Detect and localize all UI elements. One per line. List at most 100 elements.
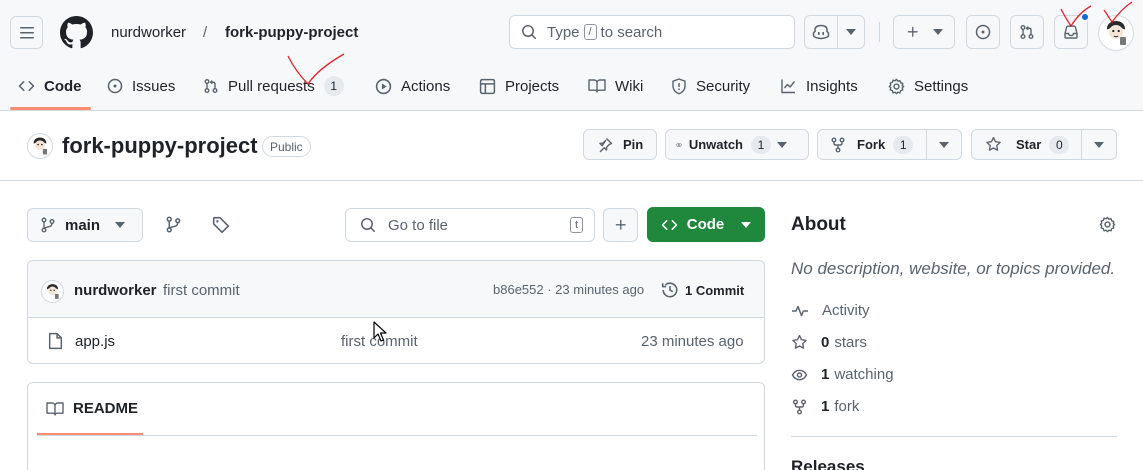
stars-count: 0 <box>821 334 830 351</box>
eye-icon <box>791 369 808 380</box>
search-shortcut-key: / <box>583 24 597 40</box>
tab-insights[interactable]: Insights <box>780 72 858 100</box>
issue-opened-icon <box>975 24 991 40</box>
fork-dropdown[interactable] <box>925 130 961 159</box>
hamburger-icon <box>19 26 34 38</box>
tab-actions[interactable]: Actions <box>375 72 450 100</box>
avatar-image <box>28 134 52 158</box>
commit-hash-time[interactable]: b86e552 · 23 minutes ago <box>493 282 644 297</box>
activity-link[interactable]: Activity <box>791 302 870 319</box>
pin-button[interactable]: Pin <box>583 129 657 160</box>
go-to-file-placeholder: Go to file <box>388 216 449 234</box>
pin-icon <box>599 137 613 152</box>
file-time: 23 minutes ago <box>641 333 744 350</box>
annotation-checkmark <box>1103 1 1133 24</box>
breadcrumb-repo[interactable]: fork-puppy-project <box>225 23 358 43</box>
tab-code[interactable]: Code <box>18 72 82 100</box>
repo-title[interactable]: fork-puppy-project <box>62 133 258 159</box>
triangle-down-icon <box>932 29 943 35</box>
hamburger-menu-button[interactable] <box>10 16 43 49</box>
branches-link[interactable] <box>165 216 182 233</box>
commit-author[interactable]: nurdworker <box>74 282 157 299</box>
tab-issues-label: Issues <box>132 77 176 95</box>
tab-settings[interactable]: Settings <box>888 72 968 100</box>
triangle-down-icon[interactable] <box>777 141 787 148</box>
code-icon <box>18 80 35 92</box>
star-dropdown[interactable] <box>1080 130 1116 159</box>
forks-label: fork <box>834 398 860 415</box>
global-search-input[interactable]: Type / to search <box>509 15 795 49</box>
repo-header-divider <box>0 180 1143 181</box>
star-button[interactable]: Star 0 <box>971 129 1117 160</box>
copilot-split-button[interactable] <box>804 15 865 49</box>
issues-button[interactable] <box>966 15 1000 49</box>
stars-counter: 0 <box>1049 135 1070 154</box>
star-icon <box>792 334 807 349</box>
search-placeholder-prefix: Type <box>547 23 580 41</box>
repo-forked-icon <box>831 137 845 152</box>
code-dropdown-button[interactable]: Code <box>647 207 765 242</box>
triangle-down-icon <box>115 222 126 228</box>
unwatch-button[interactable]: Unwatch 1 <box>665 129 809 160</box>
avatar-image <box>42 281 63 302</box>
file-name[interactable]: app.js <box>75 333 115 350</box>
go-to-file-shortcut: t <box>570 217 583 233</box>
create-new-button[interactable] <box>893 15 955 49</box>
commit-author-avatar[interactable] <box>41 280 64 303</box>
watching-link[interactable]: 1 watching <box>791 366 894 383</box>
annotation-checkmark <box>287 53 345 86</box>
table-icon <box>479 78 496 94</box>
tab-actions-label: Actions <box>401 77 451 95</box>
breadcrumb-owner[interactable]: nurdworker <box>111 23 186 43</box>
copilot-dropdown[interactable] <box>837 16 864 48</box>
plus-icon <box>615 219 626 230</box>
tab-security[interactable]: Security <box>671 72 750 100</box>
gear-icon[interactable] <box>1099 216 1116 233</box>
pull-request-icon <box>1020 25 1034 39</box>
forks-link[interactable]: 1 fork <box>791 398 859 415</box>
tags-link[interactable] <box>212 216 230 234</box>
go-to-file-input[interactable]: Go to file t <box>345 208 595 242</box>
gear-icon <box>888 78 905 94</box>
tab-projects[interactable]: Projects <box>479 72 559 100</box>
file-list: nurdworker first commit b86e552 · 23 min… <box>27 260 765 364</box>
shield-icon <box>672 77 686 94</box>
selected-tab-indicator <box>10 107 91 110</box>
repo-forked-icon <box>793 399 806 414</box>
github-logo-icon[interactable] <box>60 16 93 49</box>
annotation-checkmark <box>1060 5 1092 28</box>
pull-requests-button[interactable] <box>1010 15 1044 49</box>
commits-link[interactable]: 1 Commit <box>661 281 744 299</box>
fork-button[interactable]: Fork 1 <box>817 129 962 160</box>
eye-icon <box>676 142 682 147</box>
repo-owner-avatar[interactable] <box>27 133 53 159</box>
readme-tab-label: README <box>73 400 139 417</box>
history-icon <box>661 282 678 298</box>
tab-code-label: Code <box>44 77 82 95</box>
pin-label: Pin <box>623 137 644 152</box>
tab-wiki[interactable]: Wiki <box>588 72 643 100</box>
branch-selector[interactable]: main <box>27 208 143 242</box>
code-button-label: Code <box>686 216 725 233</box>
tab-wiki-label: Wiki <box>615 77 644 95</box>
about-title: About <box>791 214 846 235</box>
releases-title[interactable]: Releases <box>791 457 865 470</box>
tab-issues[interactable]: Issues <box>107 72 175 100</box>
commit-message[interactable]: first commit <box>163 282 240 299</box>
branch-name: main <box>65 216 101 234</box>
tab-insights-label: Insights <box>806 77 858 95</box>
stars-link[interactable]: 0 stars <box>791 334 867 351</box>
issue-icon <box>107 78 123 94</box>
file-icon <box>48 332 63 350</box>
pulse-icon <box>792 305 808 316</box>
commits-count: 1 Commit <box>685 282 745 298</box>
copilot-icon[interactable] <box>805 24 837 40</box>
triangle-down-icon <box>741 221 752 228</box>
stars-label: stars <box>834 334 867 351</box>
add-file-button[interactable] <box>603 208 638 242</box>
unwatch-label: Unwatch <box>688 137 743 152</box>
forks-counter: 1 <box>893 135 914 154</box>
tab-security-label: Security <box>696 77 751 95</box>
readme-tab[interactable]: README <box>46 400 138 417</box>
visibility-badge: Public <box>262 136 311 157</box>
